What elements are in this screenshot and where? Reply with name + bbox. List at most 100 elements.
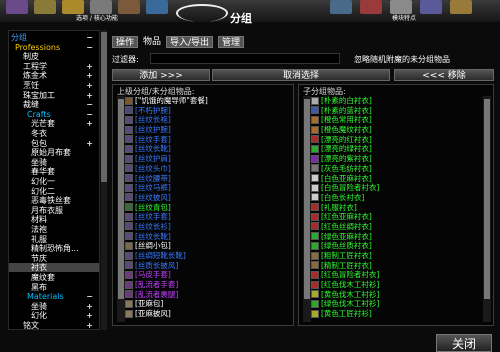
filter-input[interactable] (150, 53, 340, 64)
list-item[interactable]: [丝绸小包] (125, 241, 208, 251)
tree-item[interactable]: 坐骑 (9, 158, 99, 167)
expand-icon[interactable]: + (86, 311, 93, 320)
tree-scroll-thumb[interactable] (101, 32, 107, 182)
list-item[interactable]: [漂亮的绿衬衣] (311, 144, 379, 154)
list-item[interactable]: [粗制工匠衬衣] (311, 251, 379, 261)
remove-button[interactable]: <<< 移除 (394, 69, 494, 81)
left-scroll-thumb[interactable] (118, 99, 124, 299)
expand-icon[interactable]: + (86, 119, 93, 128)
expand-icon[interactable]: + (86, 91, 93, 100)
list-item[interactable]: [丝绸短靴长靴] (125, 251, 208, 261)
list-item[interactable]: [朴素的白衬衣] (311, 96, 379, 106)
tree-item[interactable]: 礼服 (9, 235, 99, 244)
tree-item[interactable]: 魔纹套 (9, 273, 99, 282)
group-tree[interactable]: 分组 − Professions − 制皮 工程学 + 炼金术 + 烹饪 + 珠宝加工 + 裁缝 − Craf… (8, 30, 100, 330)
gear-icon[interactable] (62, 0, 84, 14)
tree-item[interactable]: 分组 − (9, 33, 99, 42)
spellbook-icon[interactable] (6, 0, 28, 14)
tree-item[interactable]: 幻化二 (9, 187, 99, 196)
list-item[interactable]: [丝纹护肩] (125, 154, 208, 164)
list-item[interactable]: [黄色工匠衬衫] (311, 309, 379, 319)
ignore-random-enchant-toggle[interactable]: 忽略随机附魔的未分组物品 (354, 54, 450, 65)
add-button[interactable]: 添加 >>> (112, 69, 210, 81)
tree-item[interactable]: 包包 + (9, 139, 99, 148)
list-item[interactable]: [丝纹手套] (125, 212, 208, 222)
list-item[interactable]: [丝纹腰带] (125, 174, 208, 184)
orb-icon[interactable] (146, 0, 168, 14)
tree-item[interactable]: 幻化 + (9, 311, 99, 320)
expand-icon[interactable]: + (86, 62, 93, 71)
close-button[interactable]: 关闭 (436, 334, 492, 352)
chest-icon[interactable] (90, 0, 112, 14)
tree-scrollbar[interactable] (101, 30, 107, 330)
collapse-icon[interactable]: − (86, 110, 93, 119)
list-item[interactable]: [黄色伐木工衬衫] (311, 290, 379, 300)
collapse-icon[interactable]: − (86, 33, 93, 42)
collapse-icon[interactable]: − (86, 292, 93, 301)
list-item[interactable]: [橙色常用衬衣] (311, 115, 379, 125)
expand-icon[interactable]: + (86, 71, 93, 80)
tree-item[interactable]: 坐骑 + (9, 302, 99, 311)
tree-item[interactable]: 工程学 + (9, 62, 99, 71)
expand-icon[interactable]: + (86, 321, 93, 329)
tree-item[interactable]: 炼金术 + (9, 71, 99, 80)
list-item[interactable]: [白色亚麻衬衣] (311, 174, 379, 184)
expand-icon[interactable]: + (86, 302, 93, 311)
list-item[interactable]: [丝纹手套] (125, 135, 208, 145)
cancel-selection-button[interactable]: 取消选择 (212, 69, 390, 81)
list-item[interactable]: [乱流者裹腿] (125, 290, 208, 300)
tree-item[interactable]: 节庆 (9, 254, 99, 263)
potion-icon[interactable] (420, 0, 442, 14)
list-item[interactable]: [礼服衬衣] (311, 203, 379, 213)
list-item[interactable]: [红色亚麻衬衣] (311, 212, 379, 222)
tree-item[interactable]: 月布衣服 (9, 206, 99, 215)
list-item[interactable]: [绿色亚麻衬衣] (311, 232, 379, 242)
list-item[interactable]: [乱流者手套] (125, 280, 208, 290)
list-item[interactable]: [绿色丝质衬衣] (311, 241, 379, 251)
list-item[interactable]: [白色冒险者衬衣] (311, 183, 379, 193)
collapse-icon[interactable]: − (86, 43, 93, 52)
list-item[interactable]: [丝纹马裤] (125, 183, 208, 193)
list-item[interactable]: [漂亮的紫衬衣] (311, 154, 379, 164)
tree-item[interactable]: 制皮 (9, 52, 99, 61)
tree-item[interactable]: Materials − (9, 292, 99, 301)
list-item[interactable]: [丝纹长衫] (125, 222, 208, 232)
list-item[interactable]: [亚麻披风] (125, 309, 208, 319)
tab-items[interactable]: 物品 (140, 36, 164, 48)
list-item[interactable]: [丝纹长袍] (125, 115, 208, 125)
list-item[interactable]: [漂亮的红衬衣] (311, 135, 379, 145)
tree-item[interactable]: 光芒套 + (9, 119, 99, 128)
list-item[interactable]: [不朽护腕] (125, 106, 208, 116)
list-item[interactable]: [红色丝绸衬衣] (311, 222, 379, 232)
right-list-scrollbar[interactable] (303, 96, 311, 322)
tree-item[interactable]: 精制恐怖角... (9, 244, 99, 253)
module-icon[interactable] (330, 0, 352, 14)
list-item[interactable]: [红色冒险者衬衣] (311, 270, 379, 280)
tree-item[interactable]: Professions − (9, 43, 99, 52)
list-item[interactable]: [朴素的蓝衬衣] (311, 106, 379, 116)
tree-item[interactable]: 幻化一 (9, 177, 99, 186)
list-item[interactable]: [绿色伐木工衬衫] (311, 299, 379, 309)
list-item[interactable]: [橙色魔纹衬衣] (311, 125, 379, 135)
tools-icon[interactable] (360, 0, 382, 14)
tree-item[interactable]: 铭文 + (9, 321, 99, 329)
tab-manage[interactable]: 管理 (218, 36, 245, 48)
list-item[interactable]: [红色伐木工衬衫] (311, 280, 379, 290)
scroll-icon[interactable] (118, 0, 140, 14)
tree-item[interactable]: 珠宝加工 + (9, 91, 99, 100)
list-item[interactable]: [白色长衬衣] (311, 193, 379, 203)
right-outer-scrollbar[interactable] (483, 96, 491, 322)
right-outer-thumb[interactable] (484, 99, 490, 299)
list-item[interactable]: [精制工匠衬衣] (311, 261, 379, 271)
tree-item[interactable]: 衬衣 (9, 263, 99, 273)
tree-item[interactable]: 冬衣 (9, 129, 99, 138)
collapse-icon[interactable]: − (86, 100, 93, 109)
list-item[interactable]: [亚麻包] (125, 299, 208, 309)
tree-item[interactable]: 春华套 (9, 167, 99, 176)
expand-icon[interactable]: + (86, 139, 93, 148)
tab-import-export[interactable]: 导入/导出 (166, 36, 214, 48)
list-item[interactable]: [丝纹长靴] (125, 144, 208, 154)
list-item[interactable]: [丝质长披风] (125, 261, 208, 271)
list-item[interactable]: ["饥饿的魔导师"套餐] (125, 96, 208, 106)
tree-item[interactable]: 烹饪 + (9, 81, 99, 90)
